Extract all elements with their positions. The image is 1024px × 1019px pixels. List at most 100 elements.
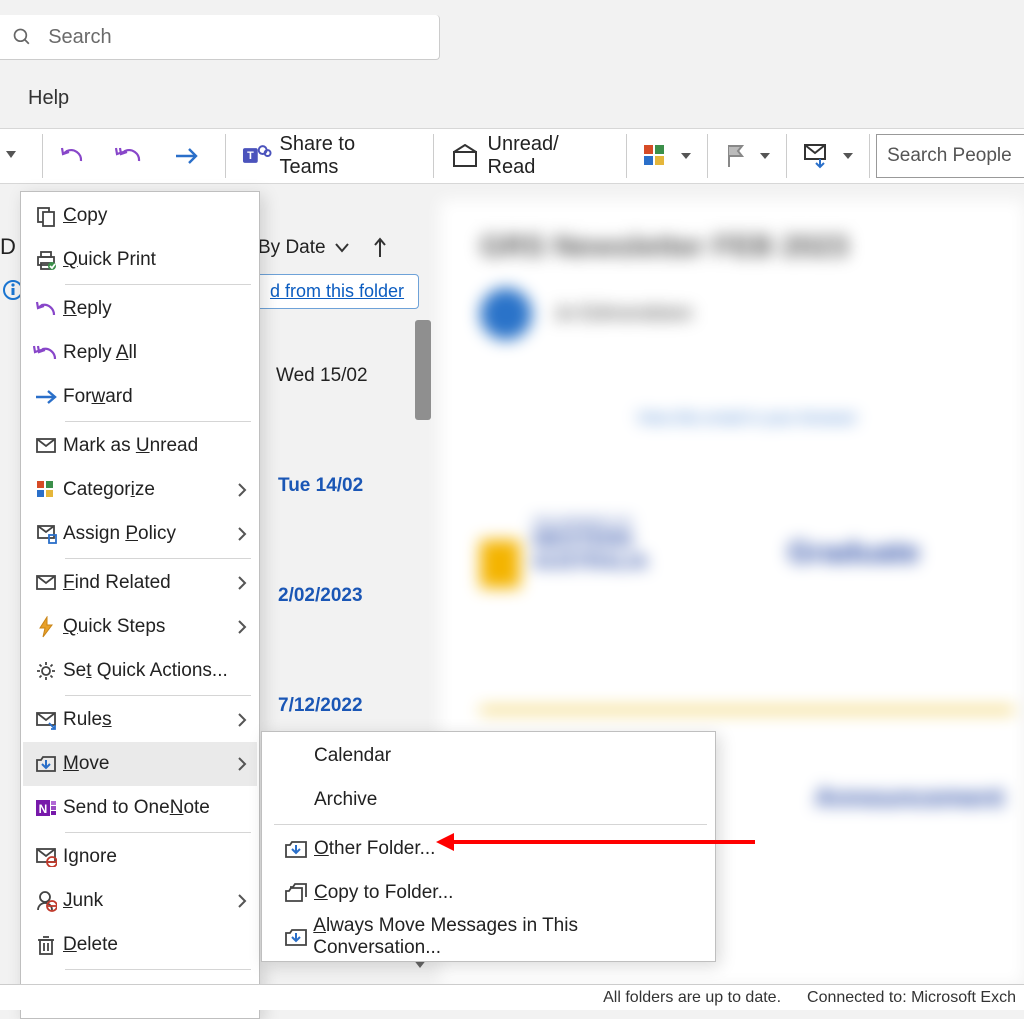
separator bbox=[65, 695, 251, 696]
menu-junk[interactable]: Junk bbox=[23, 879, 257, 923]
unread-read-button[interactable]: Unread/ Read bbox=[440, 132, 620, 180]
search-people-input[interactable]: Search People bbox=[876, 134, 1024, 178]
folder-copy-icon bbox=[278, 882, 314, 904]
ribbon-tabs: Help bbox=[0, 78, 87, 118]
envelope-open-icon bbox=[450, 144, 480, 168]
scrollbar-thumb[interactable] bbox=[415, 320, 431, 420]
junk-icon bbox=[29, 890, 63, 912]
preview-subject: GRS Newsletter FEB 2023 bbox=[480, 230, 1014, 264]
categorize-button[interactable] bbox=[633, 132, 701, 180]
status-folders: All folders are up to date. bbox=[603, 989, 781, 1007]
send-receive-button[interactable] bbox=[793, 132, 863, 180]
folder-link[interactable]: d from this folder bbox=[255, 274, 419, 309]
print-icon bbox=[29, 249, 63, 271]
menu-rules[interactable]: Rules bbox=[23, 698, 257, 742]
arrow-up-icon[interactable] bbox=[372, 237, 388, 259]
sort-by-date[interactable]: By Date bbox=[258, 237, 388, 259]
menu-mark-unread[interactable]: Mark as Unread bbox=[23, 424, 257, 468]
undo-icon bbox=[59, 143, 87, 169]
search-input[interactable] bbox=[46, 25, 439, 50]
msg-date-3[interactable]: 7/12/2022 bbox=[278, 695, 363, 717]
reply-icon bbox=[29, 299, 63, 319]
separator bbox=[707, 134, 708, 178]
move-copy-to-folder[interactable]: Copy to Folder... bbox=[264, 871, 713, 915]
move-to-archive[interactable]: Archive bbox=[264, 778, 713, 822]
unread-read-label: Unread/ Read bbox=[488, 133, 611, 179]
redo-button[interactable] bbox=[163, 132, 219, 180]
move-to-calendar[interactable]: Calendar bbox=[264, 734, 713, 778]
msg-date-2[interactable]: 2/02/2023 bbox=[278, 585, 363, 607]
folder-down-icon bbox=[278, 926, 313, 948]
yellow-separator bbox=[480, 708, 1014, 712]
separator bbox=[225, 134, 226, 178]
preview-from: Jo Edmondston bbox=[554, 302, 693, 324]
mail-arrow-icon bbox=[803, 143, 829, 169]
move-calendar-label: Calendar bbox=[314, 745, 391, 767]
menu-categorize[interactable]: Categorize bbox=[23, 468, 257, 512]
policy-icon bbox=[29, 524, 63, 544]
share-to-teams-button[interactable]: T Share to Teams bbox=[232, 132, 427, 180]
global-search[interactable] bbox=[0, 15, 440, 60]
annotation-arrow-head bbox=[436, 833, 454, 851]
chevron-down-icon bbox=[681, 153, 691, 159]
forward-arrow-icon bbox=[173, 143, 201, 169]
forward-icon bbox=[29, 388, 63, 406]
flag-button[interactable] bbox=[714, 132, 780, 180]
copy-icon bbox=[29, 205, 63, 227]
menu-delete[interactable]: Delete bbox=[23, 923, 257, 967]
separator bbox=[65, 832, 251, 833]
move-other-folder[interactable]: Other Folder... bbox=[264, 827, 713, 871]
chevron-right-icon bbox=[237, 713, 247, 727]
dropdown-icon bbox=[4, 146, 18, 166]
menu-quick-steps[interactable]: Quick Steps bbox=[23, 605, 257, 649]
chevron-down-icon bbox=[334, 242, 350, 254]
categorize-icon bbox=[29, 480, 63, 500]
ribbon-dropdown-1[interactable] bbox=[0, 132, 36, 180]
left-stub: D bbox=[0, 234, 16, 260]
onenote-icon: N bbox=[29, 797, 63, 819]
undo-all-button[interactable] bbox=[105, 132, 163, 180]
menu-reply[interactable]: Reply bbox=[23, 287, 257, 331]
menu-find-related[interactable]: Find Related bbox=[23, 561, 257, 605]
chevron-down-icon bbox=[843, 153, 853, 159]
svg-text:N: N bbox=[39, 802, 48, 816]
menu-move[interactable]: Move bbox=[23, 742, 257, 786]
envelope-icon bbox=[29, 574, 63, 592]
chevron-right-icon bbox=[237, 894, 247, 908]
chevron-right-icon bbox=[237, 483, 247, 497]
menu-assign-policy[interactable]: Assign Policy bbox=[23, 512, 257, 556]
sort-label: By Date bbox=[258, 237, 326, 259]
move-submenu: Calendar Archive Other Folder... Copy to… bbox=[261, 731, 716, 962]
msg-date-1[interactable]: Tue 14/02 bbox=[278, 475, 363, 497]
flag-icon bbox=[724, 143, 746, 169]
separator bbox=[786, 134, 787, 178]
move-icon bbox=[29, 754, 63, 774]
chevron-right-icon bbox=[237, 576, 247, 590]
folder-down-icon bbox=[278, 838, 314, 860]
undo-button[interactable] bbox=[49, 132, 105, 180]
preview-from-row: Jo Edmondston bbox=[480, 288, 1014, 340]
shield-icon bbox=[480, 540, 520, 588]
menu-quick-print[interactable]: Quick Print bbox=[23, 238, 257, 282]
teams-icon: T bbox=[242, 142, 272, 170]
rules-icon bbox=[29, 710, 63, 730]
move-always-move[interactable]: Always Move Messages in This Conversatio… bbox=[264, 915, 713, 959]
tab-help[interactable]: Help bbox=[0, 87, 87, 110]
menu-send-onenote[interactable]: N Send to OneNote bbox=[23, 786, 257, 830]
logo-text: THE UNIVERSITY OF WESTERN AUSTRALIA bbox=[532, 518, 648, 573]
ignore-icon bbox=[29, 847, 63, 867]
chevron-down-icon bbox=[760, 153, 770, 159]
separator bbox=[65, 558, 251, 559]
menu-copy[interactable]: Copy bbox=[23, 194, 257, 238]
reply-all-icon bbox=[29, 343, 63, 363]
menu-ignore[interactable]: Ignore bbox=[23, 835, 257, 879]
status-connected: Connected to: Microsoft Exch bbox=[807, 989, 1016, 1007]
ribbon-toolbar: T Share to Teams Unread/ Read Search Peo… bbox=[0, 128, 1024, 184]
separator bbox=[869, 134, 870, 178]
separator bbox=[274, 824, 707, 825]
envelope-icon bbox=[29, 437, 63, 455]
menu-set-quick-actions[interactable]: Set Quick Actions... bbox=[23, 649, 257, 693]
menu-forward[interactable]: Forward bbox=[23, 375, 257, 419]
menu-reply-all[interactable]: Reply All bbox=[23, 331, 257, 375]
msg-date-0[interactable]: Wed 15/02 bbox=[276, 365, 368, 387]
